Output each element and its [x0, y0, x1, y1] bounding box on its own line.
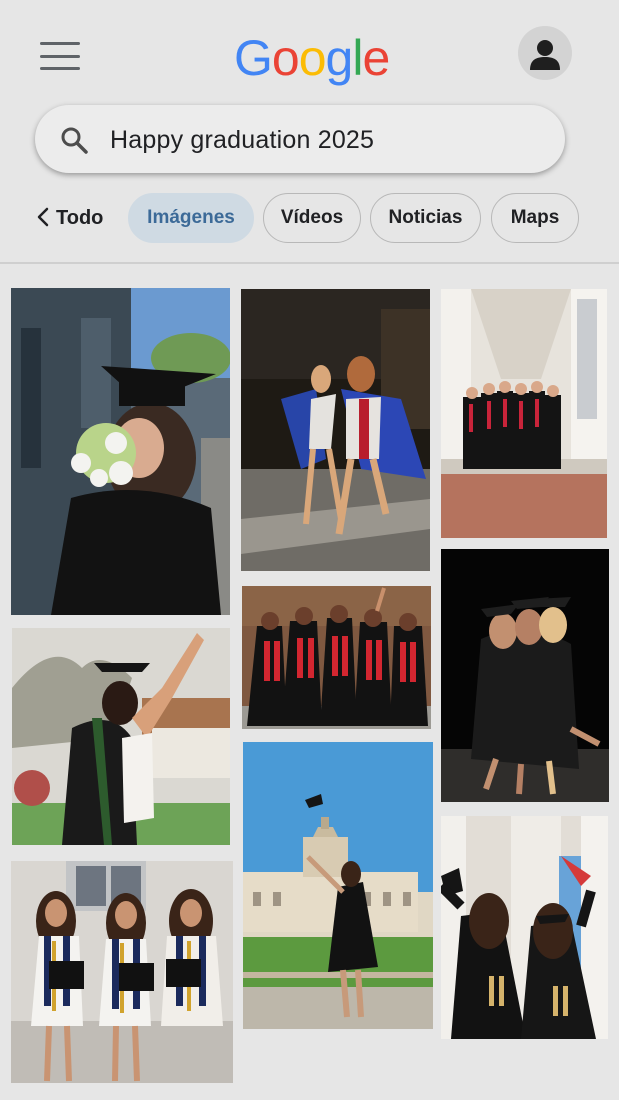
- back-to-all-button[interactable]: Todo: [36, 193, 103, 243]
- image-result[interactable]: [441, 549, 609, 802]
- search-icon[interactable]: [59, 125, 89, 155]
- image-result[interactable]: [241, 289, 430, 571]
- divider: [0, 262, 619, 264]
- tab-maps[interactable]: Maps: [491, 193, 579, 243]
- account-icon[interactable]: [518, 26, 572, 80]
- search-input[interactable]: Happy graduation 2025: [110, 105, 374, 173]
- image-result[interactable]: [242, 586, 431, 729]
- search-bar[interactable]: Happy graduation 2025: [35, 105, 565, 173]
- hamburger-menu-icon[interactable]: [40, 42, 80, 70]
- image-result[interactable]: [441, 289, 607, 538]
- tab-images[interactable]: Imágenes: [128, 193, 254, 243]
- top-bar: Google: [0, 0, 619, 100]
- filter-chips: Todo Imágenes Vídeos Noticias Maps: [0, 193, 619, 245]
- image-result[interactable]: [11, 288, 230, 615]
- image-result[interactable]: [12, 628, 230, 845]
- google-logo[interactable]: Google: [234, 26, 390, 90]
- image-result[interactable]: [11, 861, 233, 1083]
- image-result[interactable]: [441, 816, 608, 1039]
- tab-videos[interactable]: Vídeos: [263, 193, 361, 243]
- tab-news[interactable]: Noticias: [370, 193, 481, 243]
- chevron-left-icon: [37, 207, 49, 227]
- back-label: Todo: [56, 207, 104, 229]
- image-result[interactable]: [243, 742, 433, 1029]
